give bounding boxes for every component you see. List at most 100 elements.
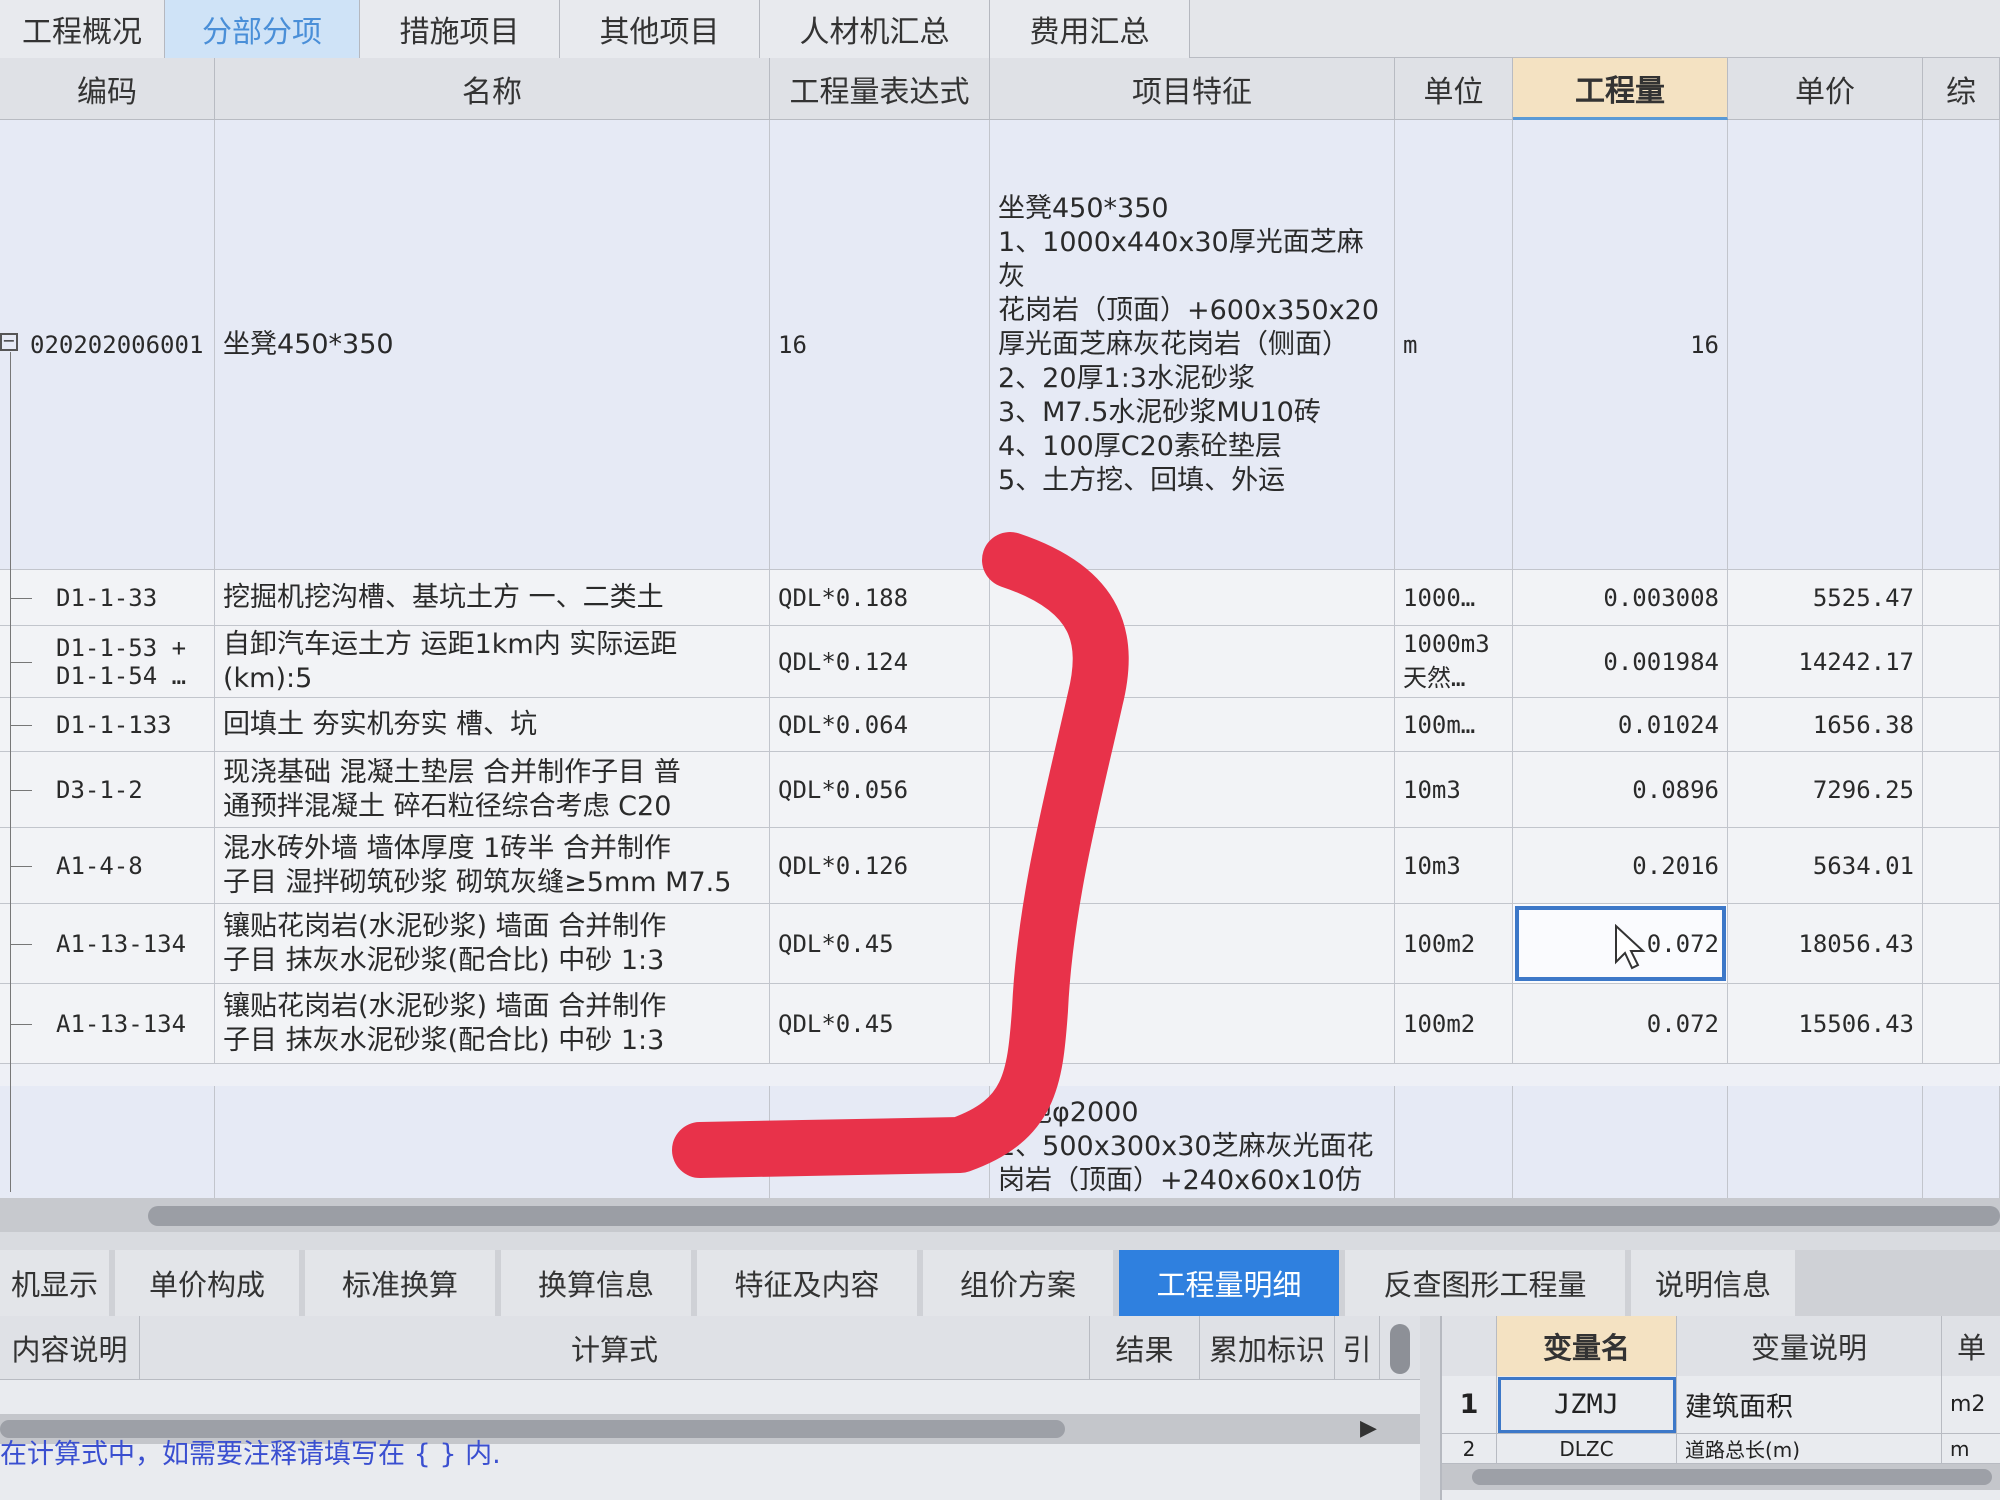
tab-pricing-scheme[interactable]: 组价方案 xyxy=(923,1250,1119,1316)
cell-feature[interactable]: 坐凳450*350 1、1000x440x30厚光面芝麻灰 花岗岩（顶面）+60… xyxy=(990,120,1395,569)
tab-project-overview[interactable]: 工程概况 xyxy=(0,0,165,58)
cell-feature[interactable] xyxy=(990,626,1395,697)
tab-machine-display[interactable]: 机显示 xyxy=(0,1250,115,1316)
variable-desc-cell[interactable]: 道路总长(m) xyxy=(1677,1434,1942,1464)
cell-quantity[interactable]: 0.0896 xyxy=(1513,752,1728,827)
cell-composite[interactable] xyxy=(1923,120,2000,569)
cell-expression[interactable]: 16 xyxy=(770,120,990,569)
cell-code[interactable] xyxy=(0,1086,215,1198)
vertical-scrollbar-thumb[interactable] xyxy=(1390,1324,1410,1374)
col-header-accumulate[interactable]: 累加标识 xyxy=(1200,1316,1335,1380)
cell-unit[interactable] xyxy=(1395,1086,1513,1198)
cell-unit-price[interactable]: 7296.25 xyxy=(1728,752,1923,827)
cell-unit-price[interactable]: 1656.38 xyxy=(1728,698,1923,751)
cell-unit[interactable]: 100m2 xyxy=(1395,904,1513,983)
cell-composite[interactable] xyxy=(1923,1086,2000,1198)
sub-item-row[interactable]: D1-1-33 挖掘机挖沟槽、基坑土方 一、二类土 QDL*0.188 1000… 0.… xyxy=(0,570,2000,626)
cell-code[interactable]: D1-1-33 xyxy=(0,570,215,625)
cell-composite[interactable] xyxy=(1923,904,2000,983)
sub-item-row[interactable]: D1-1-133 回填土 夯实机夯实 槽、坑 QDL*0.064 100m… 0.010… xyxy=(0,698,2000,752)
bill-item-row[interactable]: − 020202006001 坐凳450*350 16 坐凳450*350 1、… xyxy=(0,120,2000,570)
cell-feature[interactable] xyxy=(990,698,1395,751)
cell-quantity[interactable]: 0.072 xyxy=(1513,984,1728,1063)
cell-feature[interactable] xyxy=(990,984,1395,1063)
cell-composite[interactable] xyxy=(1923,626,2000,697)
cell-name[interactable]: 自卸汽车运土方 运距1km内 实际运距 (km):5 xyxy=(215,626,770,697)
cell-unit[interactable]: m xyxy=(1395,120,1513,569)
cell-expression[interactable]: QDL*0.188 xyxy=(770,570,990,625)
tab-description-info[interactable]: 说明信息 xyxy=(1631,1250,1801,1316)
cell-code[interactable]: A1-13-134 xyxy=(0,984,215,1063)
sub-item-row[interactable]: A1-13-134 镶贴花岗岩(水泥砂浆) 墙面 合并制作 子目 抹灰水泥砂浆(配… xyxy=(0,904,2000,984)
variable-unit-cell[interactable]: m xyxy=(1942,1434,2000,1464)
sub-item-row[interactable]: A1-4-8 混水砖外墙 墙体厚度 1砖半 合并制作 子目 湿拌砌筑砂浆 砌筑灰缝… xyxy=(0,828,2000,904)
cell-expression[interactable]: QDL*0.126 xyxy=(770,828,990,903)
col-header-variable-unit[interactable]: 单 xyxy=(1942,1316,2000,1376)
cell-name[interactable]: 现浇基础 混凝土垫层 合并制作子目 普 通预拌混凝土 碎石粒径综合考虑 C20 xyxy=(215,752,770,827)
cell-feature[interactable] xyxy=(990,828,1395,903)
cell-quantity[interactable]: 0.2016 xyxy=(1513,828,1728,903)
variable-name-cell[interactable]: DLZC xyxy=(1497,1434,1677,1464)
bill-item-row-partial[interactable]: 树池φ2000 1、500x300x30芝麻灰光面花 岗岩（顶面）+240x60… xyxy=(0,1086,2000,1198)
cell-name[interactable] xyxy=(215,1086,770,1198)
tree-collapse-icon[interactable]: − xyxy=(0,333,18,351)
cell-composite[interactable] xyxy=(1923,698,2000,751)
tab-graphic-quantity-lookup[interactable]: 反查图形工程量 xyxy=(1345,1250,1631,1316)
col-header-unit-price[interactable]: 单价 xyxy=(1728,58,1923,120)
cell-quantity[interactable]: 16 xyxy=(1513,120,1728,569)
variable-name-cell[interactable]: JZMJ xyxy=(1497,1376,1677,1434)
col-header-unit[interactable]: 单位 xyxy=(1395,58,1513,120)
cell-unit[interactable]: 100m2 xyxy=(1395,984,1513,1063)
tab-measures[interactable]: 措施项目 xyxy=(360,0,560,58)
variable-desc-cell[interactable]: 建筑面积 xyxy=(1677,1376,1942,1434)
cell-quantity[interactable]: 0.003008 xyxy=(1513,570,1728,625)
cell-code[interactable]: A1-4-8 xyxy=(0,828,215,903)
tab-features-content[interactable]: 特征及内容 xyxy=(697,1250,923,1316)
cell-expression[interactable]: QDL*0.45 xyxy=(770,984,990,1063)
col-header-description[interactable]: 内容说明 xyxy=(0,1316,140,1380)
cell-expression[interactable]: QDL*0.056 xyxy=(770,752,990,827)
cell-composite[interactable] xyxy=(1923,570,2000,625)
variable-unit-cell[interactable]: m2 xyxy=(1942,1376,2000,1434)
cell-composite[interactable] xyxy=(1923,984,2000,1063)
cell-quantity[interactable]: 0.01024 xyxy=(1513,698,1728,751)
tab-labor-material-summary[interactable]: 人材机汇总 xyxy=(760,0,990,58)
tab-other-items[interactable]: 其他项目 xyxy=(560,0,760,58)
cell-unit[interactable]: 10m3 xyxy=(1395,828,1513,903)
cell-composite[interactable] xyxy=(1923,828,2000,903)
cell-unit-price[interactable]: 18056.43 xyxy=(1728,904,1923,983)
cell-unit[interactable]: 1000m3 天然… xyxy=(1395,626,1513,697)
cell-name[interactable]: 挖掘机挖沟槽、基坑土方 一、二类土 xyxy=(215,570,770,625)
cell-unit-price[interactable] xyxy=(1728,1086,1923,1198)
tab-unit-price-composition[interactable]: 单价构成 xyxy=(115,1250,305,1316)
cell-unit-price[interactable]: 5634.01 xyxy=(1728,828,1923,903)
cell-name[interactable]: 回填土 夯实机夯实 槽、坑 xyxy=(215,698,770,751)
cell-unit[interactable]: 10m3 xyxy=(1395,752,1513,827)
cell-quantity[interactable]: 0.001984 xyxy=(1513,626,1728,697)
cell-code[interactable]: D1-1-53 + D1-1-54 … xyxy=(0,626,215,697)
cell-code[interactable]: A1-13-134 xyxy=(0,904,215,983)
cell-expression[interactable]: QDL*0.124 xyxy=(770,626,990,697)
col-header-variable-desc[interactable]: 变量说明 xyxy=(1677,1316,1942,1376)
cell-name[interactable]: 镶贴花岗岩(水泥砂浆) 墙面 合并制作 子目 抹灰水泥砂浆(配合比) 中砂 1:… xyxy=(215,904,770,983)
cell-expression[interactable]: QDL*0.45 xyxy=(770,904,990,983)
cell-composite[interactable] xyxy=(1923,752,2000,827)
scrollbar-thumb[interactable] xyxy=(1472,1469,1992,1485)
cell-expression[interactable]: QDL*0.064 xyxy=(770,698,990,751)
variable-horizontal-scrollbar[interactable] xyxy=(1442,1464,2000,1490)
tab-quantity-details[interactable]: 工程量明细 xyxy=(1119,1250,1345,1316)
scrollbar-thumb[interactable] xyxy=(148,1206,2000,1226)
col-header-name[interactable]: 名称 xyxy=(215,58,770,120)
col-header-result[interactable]: 结果 xyxy=(1090,1316,1200,1380)
cell-name[interactable]: 镶贴花岗岩(水泥砂浆) 墙面 合并制作 子目 抹灰水泥砂浆(配合比) 中砂 1:… xyxy=(215,984,770,1063)
col-header-formula[interactable]: 计算式 xyxy=(140,1316,1090,1380)
col-header-expression[interactable]: 工程量表达式 xyxy=(770,58,990,120)
cell-feature[interactable]: 树池φ2000 1、500x300x30芝麻灰光面花 岗岩（顶面）+240x60… xyxy=(990,1086,1395,1198)
cell-feature[interactable] xyxy=(990,904,1395,983)
cell-feature[interactable] xyxy=(990,752,1395,827)
cell-unit-price[interactable]: 15506.43 xyxy=(1728,984,1923,1063)
col-header-reference[interactable]: 引 xyxy=(1335,1316,1380,1380)
col-header-code[interactable]: 编码 xyxy=(0,58,215,120)
tab-cost-summary[interactable]: 费用汇总 xyxy=(990,0,1190,58)
grid-horizontal-scrollbar[interactable] xyxy=(0,1198,2000,1232)
